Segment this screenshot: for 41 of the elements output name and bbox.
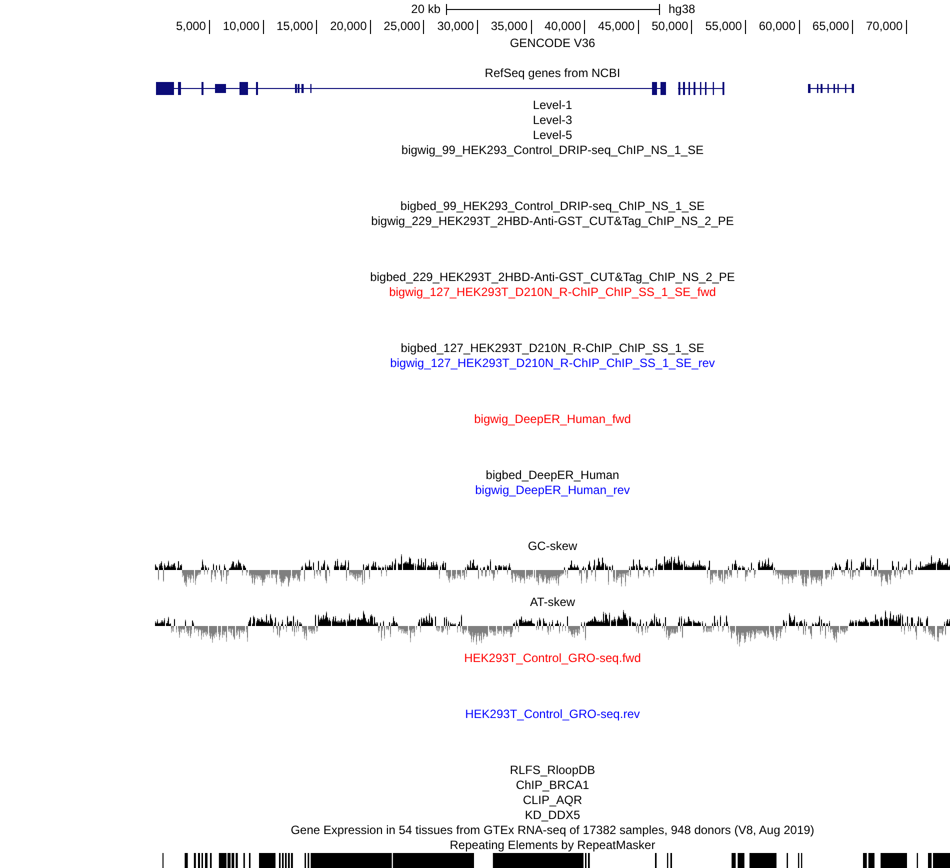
- track-label: Level-1: [532, 98, 572, 113]
- ruler-tick-label: 50,000: [652, 19, 688, 34]
- ruler-tick-label: 55,000: [705, 19, 742, 34]
- track-label: HEK293T_Control_GRO-seq.fwd: [464, 651, 641, 666]
- ruler-tick-label: 5,000: [176, 19, 206, 34]
- ruler-tick-label: 45,000: [598, 19, 635, 34]
- ruler-tick-label: 35,000: [490, 19, 528, 34]
- ruler-tick-label: 20,000: [330, 19, 367, 34]
- track-label: bigbed_DeepER_Human: [486, 468, 620, 483]
- track-label: bigwig_127_HEK293T_D210N_R-ChIP_ChIP_SS_1_SE_fwd: [389, 285, 716, 300]
- assembly-label: hg38: [668, 2, 696, 17]
- track-label: Level-3: [532, 113, 572, 128]
- track-label: bigwig_99_HEK293_Control_DRIP-seq_ChIP_NS_1_SE: [401, 143, 704, 158]
- ruler-tick-label: 70,000: [866, 19, 903, 34]
- track-label: bigbed_127_HEK293T_D210N_R-ChIP_ChIP_SS_1_SE: [400, 341, 704, 356]
- track-label: bigwig_DeepER_Human_fwd: [474, 412, 631, 427]
- track-label: bigwig_127_HEK293T_D210N_R-ChIP_ChIP_SS_1_SE_rev: [390, 356, 715, 371]
- track-label: Gene Expression in 54 tissues from GTEx RNA-seq of 17382 samples, 948 donors (V8, Aug 2019): [290, 823, 814, 838]
- track-label: AT-skew: [530, 595, 576, 610]
- track-label: HEK293T_Control_GRO-seq.rev: [465, 707, 640, 722]
- track-label: Repeating Elements by RepeatMasker: [450, 838, 656, 853]
- ruler-tick-label: 40,000: [544, 19, 582, 34]
- track-label: RLFS_RloopDB: [510, 763, 596, 778]
- ruler-tick-label: 25,000: [384, 19, 420, 34]
- track-label: KD_DDX5: [524, 808, 580, 823]
- track-label: GENCODE V36: [510, 36, 596, 51]
- track-label: RefSeq genes from NCBI: [484, 66, 620, 81]
- ruler-tick-label: 65,000: [812, 19, 850, 34]
- scale-bar-label: 20 kb: [411, 2, 442, 17]
- track-label: ChIP_BRCA1: [516, 778, 590, 793]
- ruler-tick-label: 30,000: [437, 19, 474, 34]
- ruler-tick-label: 15,000: [276, 19, 314, 34]
- track-label: GC-skew: [528, 539, 578, 554]
- track-label: bigwig_DeepER_Human_rev: [475, 483, 630, 498]
- ruler-tick-label: 10,000: [222, 19, 260, 34]
- track-label: bigbed_99_HEK293_Control_DRIP-seq_ChIP_NS_1_SE: [400, 199, 705, 214]
- track-label: bigbed_229_HEK293T_2HBD-Anti-GST_CUT&Tag_ChIP_NS_2_PE: [370, 270, 735, 285]
- ruler-tick-label: 60,000: [758, 19, 796, 34]
- track-label: Level-5: [532, 128, 572, 143]
- track-label: bigwig_229_HEK293T_2HBD-Anti-GST_CUT&Tag_ChIP_NS_2_PE: [371, 214, 734, 229]
- track-label: CLIP_AQR: [522, 793, 582, 808]
